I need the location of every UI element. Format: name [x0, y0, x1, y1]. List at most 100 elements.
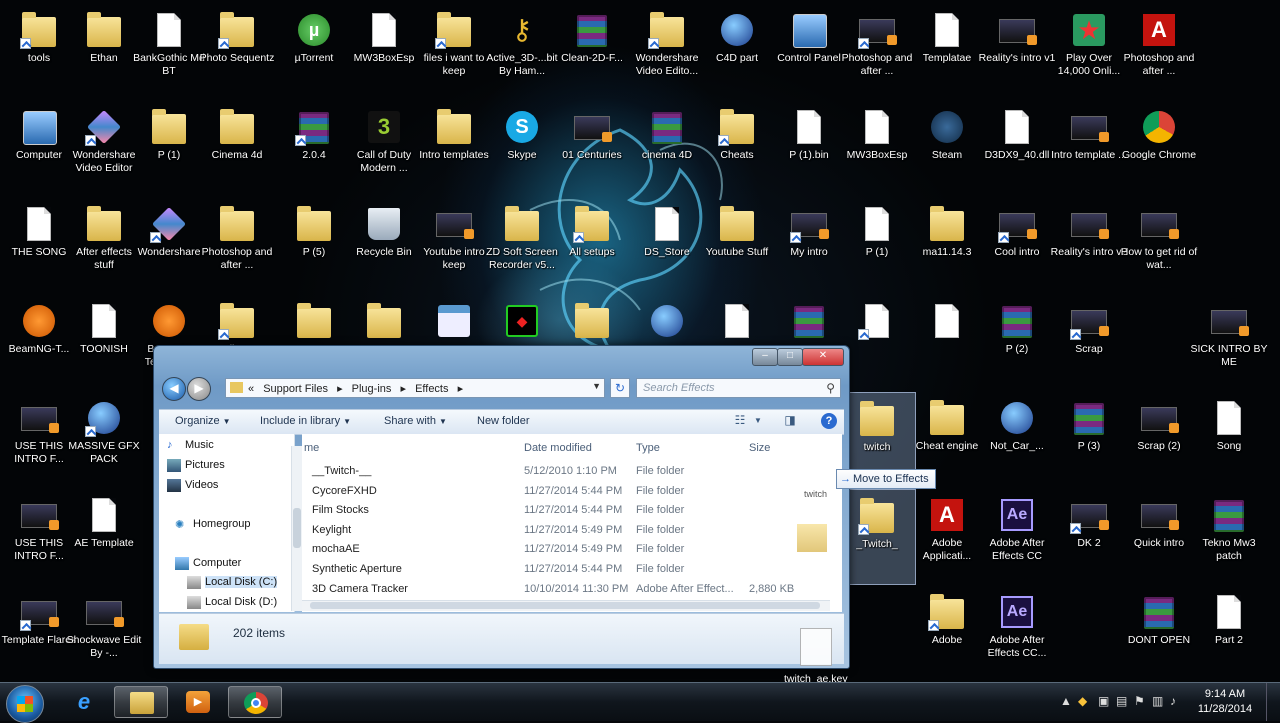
desktop-icon[interactable]: 3 Call of Duty Modern ...: [345, 101, 423, 197]
desktop-icon[interactable]: Not_Car_...: [978, 392, 1056, 488]
tray-usb-icon[interactable]: ▤: [1116, 694, 1127, 708]
taskbar-app-internet-explorer[interactable]: e: [57, 686, 111, 718]
desktop-icon[interactable]: BankGothic Md BT: [130, 4, 208, 100]
desktop-icon[interactable]: 2.0.4: [275, 101, 353, 197]
desktop-icon[interactable]: Quick intro: [1120, 489, 1198, 585]
desktop-icon[interactable]: Reality's intro v1: [978, 4, 1056, 100]
organize-menu[interactable]: Organize ▼: [175, 415, 231, 427]
taskbar-app-explorer[interactable]: [114, 686, 168, 718]
desktop-icon[interactable]: S Skype: [483, 101, 561, 197]
desktop-icon[interactable]: A Adobe Applicati...: [908, 489, 986, 585]
breadcrumb-overflow[interactable]: «: [248, 383, 254, 395]
desktop-icon[interactable]: SICK INTRO BY ME: [1190, 295, 1268, 391]
desktop-icon[interactable]: MW3BoxEsp: [838, 101, 916, 197]
desktop-icon[interactable]: Ae Adobe After Effects CC: [978, 489, 1056, 585]
desktop-icon[interactable]: D3DX9_40.dll: [978, 101, 1056, 197]
nav-item-local-disk-c[interactable]: Local Disk (C:): [187, 576, 278, 589]
desktop-icon[interactable]: Cheats: [698, 101, 776, 197]
minimize-button[interactable]: ‒: [752, 348, 778, 366]
desktop-icon[interactable]: ★ Play Over 14,000 Onli...: [1050, 4, 1128, 100]
desktop-icon[interactable]: DK 2: [1050, 489, 1128, 585]
include-in-library-menu[interactable]: Include in library ▼: [260, 415, 351, 427]
desktop-icon[interactable]: Control Panel: [770, 4, 848, 100]
desktop-icon[interactable]: Clean-2D-F...: [553, 4, 631, 100]
chevron-down-icon[interactable]: ▼: [749, 416, 767, 432]
desktop-icon[interactable]: Intro template ...: [1050, 101, 1128, 197]
address-bar[interactable]: « Support Files ▸ Plug-ins ▸ Effects ▸ ▼: [225, 378, 605, 398]
breadcrumb-separator[interactable]: ▸: [458, 383, 464, 395]
desktop-icon[interactable]: P (1).bin: [770, 101, 848, 197]
desktop-icon[interactable]: Photo Sequentz: [198, 4, 276, 100]
nav-item-homegroup[interactable]: ✺ Homegroup: [175, 518, 250, 531]
view-options-icon[interactable]: ☷: [731, 413, 749, 429]
desktop-icon[interactable]: P (1): [130, 101, 208, 197]
column-header-type[interactable]: Type: [636, 442, 660, 454]
column-header-name[interactable]: me: [304, 442, 319, 454]
desktop-icon[interactable]: Youtube Stuff: [698, 198, 776, 294]
preview-pane-icon[interactable]: ◨: [781, 413, 799, 429]
desktop-icon[interactable]: Intro templates: [415, 101, 493, 197]
desktop-icon[interactable]: Adobe: [908, 586, 986, 682]
search-input[interactable]: Search Effects ⚲: [636, 378, 841, 398]
taskbar-app-chrome[interactable]: [228, 686, 282, 718]
desktop-icon[interactable]: My intro: [770, 198, 848, 294]
action-center-icon[interactable]: ⚑: [1134, 694, 1145, 708]
nav-item-local-disk-d[interactable]: Local Disk (D:): [187, 596, 277, 609]
desktop-icon[interactable]: Shockwave Edit By -...: [65, 586, 143, 682]
table-row[interactable]: __Twitch-__ 5/12/2010 1:10 PM File folder: [302, 462, 842, 482]
desktop-icon[interactable]: cinema 4D: [628, 101, 706, 197]
tray-device-icon[interactable]: ▣: [1098, 694, 1109, 708]
desktop-icon[interactable]: 01 Centuries: [553, 101, 631, 197]
desktop-icon[interactable]: µ µTorrent: [275, 4, 353, 100]
desktop-icon[interactable]: Tekno Mw3 patch: [1190, 489, 1268, 585]
desktop-icon[interactable]: P (5): [275, 198, 353, 294]
desktop-icon[interactable]: Part 2: [1190, 586, 1268, 682]
desktop-icon[interactable]: Steam: [908, 101, 986, 197]
desktop-icon[interactable]: Recycle Bin: [345, 198, 423, 294]
desktop-icon[interactable]: How to get rid of wat...: [1120, 198, 1198, 294]
desktop-icon[interactable]: A Photoshop and after ...: [1120, 4, 1198, 100]
close-button[interactable]: ✕: [802, 348, 844, 366]
forward-button[interactable]: ▶: [187, 377, 211, 401]
nav-item-pictures[interactable]: Pictures: [167, 459, 225, 472]
network-icon[interactable]: ▥: [1152, 694, 1163, 708]
desktop-icon[interactable]: Scrap: [1050, 295, 1128, 391]
volume-icon[interactable]: ♪: [1170, 694, 1176, 708]
breadcrumb-separator[interactable]: ▸: [337, 383, 343, 395]
desktop-icon[interactable]: All setups: [553, 198, 631, 294]
nav-item-videos[interactable]: Videos: [167, 479, 218, 492]
desktop-icon[interactable]: ZD Soft Screen Recorder v5...: [483, 198, 561, 294]
table-row[interactable]: CycoreFXHD 11/27/2014 5:44 PM File folder: [302, 482, 842, 502]
nav-item-computer[interactable]: Computer: [175, 557, 241, 570]
desktop-icon[interactable]: Reality's intro v2: [1050, 198, 1128, 294]
search-icon[interactable]: ⚲: [826, 381, 835, 395]
desktop-icon[interactable]: DONT OPEN: [1120, 586, 1198, 682]
desktop-icon[interactable]: Scrap (2): [1120, 392, 1198, 488]
horizontal-scrollbar[interactable]: [302, 600, 830, 611]
desktop-icon[interactable]: [908, 295, 986, 391]
navigation-scrollbar[interactable]: [291, 446, 302, 611]
maximize-button[interactable]: □: [777, 348, 803, 366]
desktop-icon[interactable]: Song: [1190, 392, 1268, 488]
nav-item-music[interactable]: ♪ Music: [167, 439, 214, 451]
desktop-icon[interactable]: AE Template: [65, 489, 143, 585]
desktop-icon[interactable]: DS_Store: [628, 198, 706, 294]
chevron-down-icon[interactable]: ▼: [592, 381, 601, 391]
desktop-icon[interactable]: Photoshop and after ...: [198, 198, 276, 294]
desktop-icon[interactable]: ma11.14.3: [908, 198, 986, 294]
new-folder-button[interactable]: New folder: [477, 415, 530, 427]
desktop-icon[interactable]: Templatae: [908, 4, 986, 100]
clock[interactable]: 9:14 AM 11/28/2014: [1192, 687, 1258, 717]
desktop-icon[interactable]: MW3BoxEsp: [345, 4, 423, 100]
desktop-icon[interactable]: Google Chrome: [1120, 101, 1198, 197]
show-desktop-button[interactable]: [1266, 683, 1280, 721]
desktop-icon[interactable]: Photoshop and after ...: [838, 4, 916, 100]
desktop-icon[interactable]: MASSIVE GFX PACK: [65, 392, 143, 488]
desktop-icon[interactable]: P (3): [1050, 392, 1128, 488]
desktop-icon[interactable]: Youtube intro keep: [415, 198, 493, 294]
desktop-icon[interactable]: P (2): [978, 295, 1056, 391]
breadcrumb-separator[interactable]: ▸: [400, 383, 406, 395]
desktop-icon[interactable]: C4D part: [698, 4, 776, 100]
desktop-icon[interactable]: ⚷ Active_3D-...bit By Ham...: [483, 4, 561, 100]
table-row[interactable]: Keylight 11/27/2014 5:49 PM File folder: [302, 521, 842, 541]
